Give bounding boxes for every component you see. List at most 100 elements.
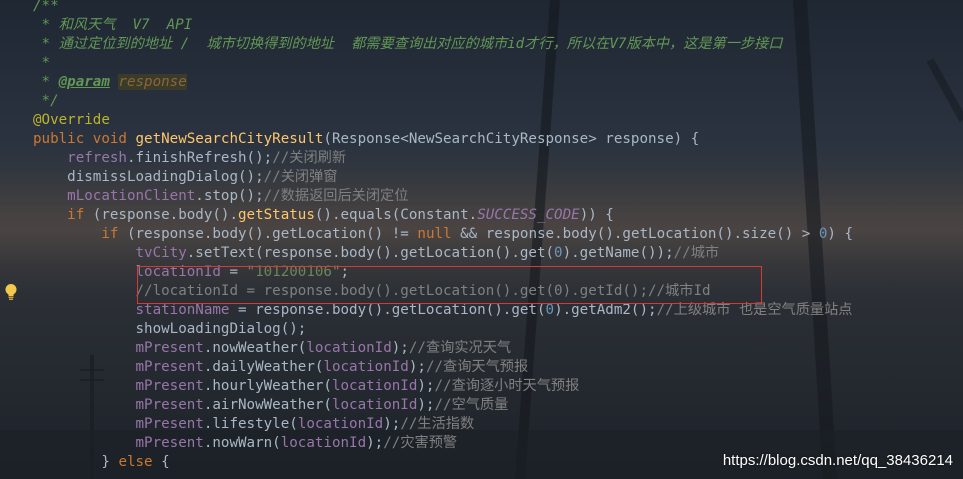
javadoc-param-name: response [118, 74, 187, 90]
code-editor[interactable]: /** * 和风天气 V7 API * 通过定位到的地址 / 城市切换得到的地址… [0, 0, 963, 479]
field: locationId [331, 397, 418, 413]
code-line-9: refresh.finishRefresh();//关闭刷新 [0, 149, 346, 168]
code-line-24: mPresent.nowWarn(locationId);//灾害预警 [0, 434, 458, 453]
code-text: .finishRefresh(); [126, 150, 273, 166]
code-line-5: * @param response [0, 73, 187, 92]
line-comment: //灾害预警 [383, 435, 458, 451]
code-text: && response.body().getLocation().size() … [451, 226, 819, 242]
javadoc-text: * 和风天气 V7 API [33, 17, 193, 33]
line-comment: //上级城市 也是空气质量站点 [656, 302, 853, 318]
keyword: if [101, 226, 119, 242]
field: stationName [135, 302, 230, 318]
lightbulb-icon[interactable] [4, 283, 18, 301]
field: mPresent [135, 378, 204, 394]
code-text: ) { [827, 226, 854, 242]
code-text: ).getName()); [562, 245, 674, 261]
javadoc-text: * [33, 74, 59, 90]
code-text: .dailyWeather( [203, 359, 324, 375]
keyword: else [118, 454, 153, 470]
code-line-11: mLocationClient.stop();//数据返回后关闭定位 [0, 187, 408, 206]
code-text: .nowWarn( [203, 435, 281, 451]
field: locationId [323, 359, 409, 375]
line-comment: //查询逐小时天气预报 [434, 378, 580, 394]
line-comment: //数据返回后关闭定位 [263, 188, 409, 204]
field: locationId [280, 435, 367, 451]
line-comment: //城市 [673, 245, 720, 261]
code-text: showLoadingDialog(); [135, 321, 307, 337]
line-comment: //关闭刷新 [272, 150, 347, 166]
code-line-1: /** [0, 0, 59, 16]
code-text: ); [391, 340, 409, 356]
constant: SUCCESS_CODE [477, 207, 580, 223]
field: locationId [331, 378, 418, 394]
code-line-7: @Override [0, 111, 110, 130]
code-text: ); [383, 416, 401, 432]
code-text: (response.body().getLocation() != [118, 226, 418, 242]
keyword: if [67, 207, 85, 223]
line-comment: //空气质量 [434, 397, 509, 413]
code-line-14: tvCity.setText(response.body().getLocati… [0, 244, 720, 263]
javadoc-close: */ [33, 93, 59, 109]
code-line-8: public void getNewSearchCityResult(Respo… [0, 130, 699, 149]
code-text: .setText(response.body().getLocation().g… [186, 245, 555, 261]
code-line-25: } else { [0, 453, 170, 472]
code-line-18: showLoadingDialog(); [0, 320, 307, 339]
highlight-annotation-box [137, 266, 762, 304]
code-text: .airNowWeather( [203, 397, 332, 413]
code-text: ); [408, 359, 426, 375]
field: refresh [67, 150, 127, 166]
javadoc-text: * 通过定位到的地址 / 城市切换得到的地址 都需要查询出对应的城市id才行，所… [33, 36, 783, 52]
code-line-12: if (response.body().getStatus().equals(C… [0, 206, 614, 225]
javadoc-param-tag: @param [58, 74, 110, 90]
method-name: getNewSearchCityResult [135, 131, 324, 147]
code-line-19: mPresent.nowWeather(locationId);//查询实况天气 [0, 339, 512, 358]
field: mLocationClient [67, 188, 196, 204]
field: mPresent [135, 340, 204, 356]
method-name: getStatus [238, 207, 315, 223]
code-text: ).getAdm2(); [554, 302, 657, 318]
code-line-13: if (response.body().getLocation() != nul… [0, 225, 853, 244]
code-line-4: * [0, 54, 51, 73]
code-text: ); [366, 435, 384, 451]
number-literal: 0 [545, 302, 555, 318]
keyword: null [417, 226, 452, 242]
code-line-6: */ [0, 92, 59, 111]
code-line-21: mPresent.hourlyWeather(locationId);//查询逐… [0, 377, 580, 396]
watermark: https://blog.csdn.net/qq_38436214 [722, 452, 953, 469]
code-text: .lifestyle( [203, 416, 298, 432]
code-text: dismissLoadingDialog(); [67, 169, 264, 185]
number-literal: 0 [554, 245, 563, 261]
field: mPresent [135, 359, 204, 375]
code-line-23: mPresent.lifestyle(locationId);//生活指数 [0, 415, 475, 434]
javadoc-text: * [33, 55, 51, 71]
code-text: )) { [579, 207, 614, 223]
field: mPresent [135, 416, 204, 432]
keyword: public void [33, 131, 136, 147]
code-text: (Response<NewSearchCityResponse> respons… [323, 131, 700, 147]
code-text: { [152, 454, 170, 470]
code-text: .nowWeather( [203, 340, 307, 356]
code-text: ); [417, 397, 435, 413]
code-line-3: * 通过定位到的地址 / 城市切换得到的地址 都需要查询出对应的城市id才行，所… [0, 35, 783, 54]
field: mPresent [135, 397, 204, 413]
code-line-2: * 和风天气 V7 API [0, 16, 193, 35]
override-annotation: @Override [33, 112, 110, 128]
javadoc-open: /** [33, 0, 59, 14]
code-line-22: mPresent.airNowWeather(locationId);//空气质… [0, 396, 509, 415]
code-text: ); [417, 378, 435, 394]
